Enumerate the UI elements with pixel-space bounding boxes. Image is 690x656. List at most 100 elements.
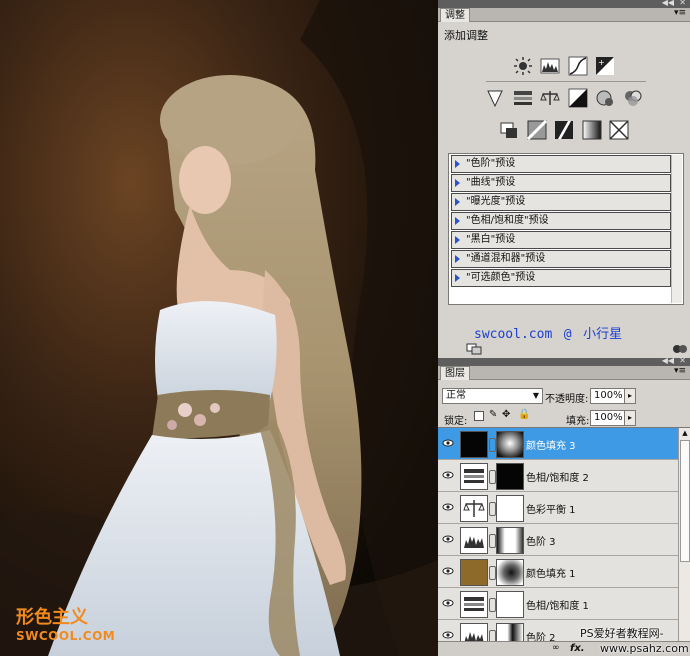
color-balance-thumbnail bbox=[460, 495, 488, 522]
link-icon bbox=[489, 438, 496, 452]
photo-illustration bbox=[0, 0, 438, 656]
layer-mask-thumbnail bbox=[496, 431, 524, 458]
exposure-icon[interactable]: + bbox=[595, 56, 615, 76]
opacity-input[interactable]: 100% bbox=[590, 388, 625, 404]
row-divider bbox=[486, 81, 646, 82]
close-icon[interactable]: ✕ bbox=[679, 0, 686, 7]
layer-mask-thumbnail bbox=[496, 591, 524, 618]
color-balance-icon[interactable] bbox=[540, 88, 560, 108]
levels-icon[interactable] bbox=[540, 56, 560, 76]
expand-triangle-icon bbox=[455, 179, 460, 187]
screen: 形色主义 SWCOOL.COM ◀◀ ✕ 调整 ▾≡ 添加调整 + "色阶"预设… bbox=[0, 0, 690, 656]
layer-list: 颜色填充 3 色相/饱和度 2 色彩平衡 1 色阶 3 颜色填充 1 色相/饱和… bbox=[438, 427, 690, 642]
layer-row[interactable]: 色相/饱和度 1 bbox=[438, 588, 678, 620]
brightness-contrast-icon[interactable] bbox=[513, 56, 533, 76]
layer-name: 颜色填充 1 bbox=[526, 569, 576, 580]
link-icon bbox=[489, 470, 496, 484]
opacity-dropdown-button[interactable]: ▸ bbox=[624, 388, 636, 404]
lock-transparency-icon[interactable] bbox=[474, 411, 484, 421]
dock-top-bar[interactable]: ◀◀ ✕ bbox=[438, 0, 690, 8]
posterize-icon[interactable] bbox=[526, 120, 547, 140]
gradient-map-icon[interactable] bbox=[582, 120, 602, 140]
layers-scrollbar[interactable]: ▲ bbox=[678, 428, 690, 642]
layer-thumbnail bbox=[460, 559, 488, 586]
watermark-logo-en: SWCOOL.COM bbox=[16, 629, 116, 643]
layer-name: 色相/饱和度 1 bbox=[526, 601, 589, 612]
preset-channel-mixer[interactable]: "通道混和器"预设 bbox=[451, 250, 671, 268]
blend-mode-select[interactable]: 正常 ▼ bbox=[442, 388, 543, 404]
scroll-thumb[interactable] bbox=[680, 440, 690, 562]
lock-position-icon[interactable]: ✥ bbox=[502, 409, 510, 420]
eye-icon[interactable] bbox=[442, 501, 454, 513]
layer-mask-thumbnail bbox=[496, 559, 524, 586]
link-icon bbox=[489, 598, 496, 612]
expand-triangle-icon bbox=[455, 255, 460, 263]
preset-levels[interactable]: "色阶"预设 bbox=[451, 155, 671, 173]
levels-thumbnail bbox=[460, 623, 488, 642]
preset-hue-saturation[interactable]: "色相/饱和度"预设 bbox=[451, 212, 671, 230]
footer-watermark: PS爱好者教程网- www.psahz.com bbox=[580, 626, 690, 656]
hue-saturation-icon[interactable] bbox=[513, 88, 533, 108]
canvas-photo[interactable]: 形色主义 SWCOOL.COM bbox=[0, 0, 438, 656]
signature-name: 小行星 bbox=[583, 327, 623, 342]
link-icon bbox=[489, 566, 496, 580]
collapse-arrows-icon[interactable]: ◀◀ bbox=[662, 0, 674, 7]
layer-mask-thumbnail bbox=[496, 463, 524, 490]
layer-row[interactable]: 色彩平衡 1 bbox=[438, 492, 678, 524]
opacity-label: 不透明度: bbox=[545, 394, 589, 405]
tab-layers[interactable]: 图层 bbox=[440, 366, 470, 380]
channel-mixer-icon[interactable] bbox=[623, 88, 643, 108]
threshold-icon[interactable] bbox=[554, 120, 574, 140]
eye-icon[interactable] bbox=[442, 533, 454, 545]
layers-tabbar: 图层 ▾≡ bbox=[438, 366, 690, 380]
lock-pixels-icon[interactable]: ✎ bbox=[489, 409, 497, 420]
layer-mask-thumbnail bbox=[496, 495, 524, 522]
eye-icon[interactable] bbox=[442, 597, 454, 609]
photo-filter-icon[interactable] bbox=[595, 88, 615, 108]
fill-label: 填充: bbox=[566, 416, 590, 427]
layer-name: 颜色填充 3 bbox=[526, 441, 576, 452]
panel-menu-icon[interactable]: ▾≡ bbox=[674, 366, 686, 376]
clip-to-layer-icon[interactable] bbox=[466, 343, 482, 355]
layers-top-bar[interactable]: ◀◀ ✕ bbox=[438, 356, 690, 366]
preset-curves[interactable]: "曲线"预设 bbox=[451, 174, 671, 192]
link-icon bbox=[489, 534, 496, 548]
layer-name: 色相/饱和度 2 bbox=[526, 473, 589, 484]
footer-watermark-title: PS爱好者教程网- bbox=[580, 627, 664, 640]
scroll-up-arrow[interactable]: ▲ bbox=[679, 428, 690, 438]
layer-row[interactable]: 颜色填充 1 bbox=[438, 556, 678, 588]
curves-icon[interactable] bbox=[568, 56, 588, 76]
lock-all-icon[interactable]: 🔒 bbox=[518, 409, 530, 420]
eye-icon[interactable] bbox=[442, 629, 454, 641]
close-icon[interactable]: ✕ bbox=[679, 356, 686, 365]
eye-icon[interactable] bbox=[442, 469, 454, 481]
chevron-down-icon: ▼ bbox=[532, 391, 539, 400]
panel-options-icon[interactable] bbox=[672, 343, 688, 355]
eye-icon[interactable] bbox=[442, 565, 454, 577]
preset-exposure[interactable]: "曝光度"预设 bbox=[451, 193, 671, 211]
eye-icon[interactable] bbox=[442, 437, 454, 449]
panel-menu-icon[interactable]: ▾≡ bbox=[674, 8, 686, 18]
signature-line: swcool.com @ 小行星 bbox=[474, 323, 622, 342]
fill-input[interactable]: 100% bbox=[590, 410, 625, 426]
vibrance-icon[interactable] bbox=[485, 88, 505, 108]
expand-triangle-icon bbox=[455, 274, 460, 282]
fill-dropdown-button[interactable]: ▸ bbox=[624, 410, 636, 426]
invert-icon[interactable] bbox=[499, 120, 519, 140]
layer-row[interactable]: 色阶 3 bbox=[438, 524, 678, 556]
link-layers-icon[interactable]: ∞ bbox=[552, 643, 560, 653]
presets-scrollbar[interactable] bbox=[671, 155, 682, 303]
layer-row[interactable]: 色相/饱和度 2 bbox=[438, 460, 678, 492]
preset-selective-color[interactable]: "可选颜色"预设 bbox=[451, 269, 671, 287]
preset-black-white[interactable]: "黑白"预设 bbox=[451, 231, 671, 249]
adjustments-title: 添加调整 bbox=[444, 29, 488, 42]
layer-mask-thumbnail bbox=[496, 527, 524, 554]
layer-row[interactable]: 颜色填充 3 bbox=[438, 428, 678, 460]
footer-watermark-url: www.psahz.com bbox=[600, 642, 689, 655]
selective-color-icon[interactable] bbox=[609, 120, 629, 140]
collapse-arrows-icon[interactable]: ◀◀ bbox=[662, 356, 674, 365]
tab-adjustments[interactable]: 调整 bbox=[440, 8, 470, 22]
expand-triangle-icon bbox=[455, 198, 460, 206]
black-white-icon[interactable] bbox=[568, 88, 588, 108]
svg-text:+: + bbox=[598, 58, 605, 67]
